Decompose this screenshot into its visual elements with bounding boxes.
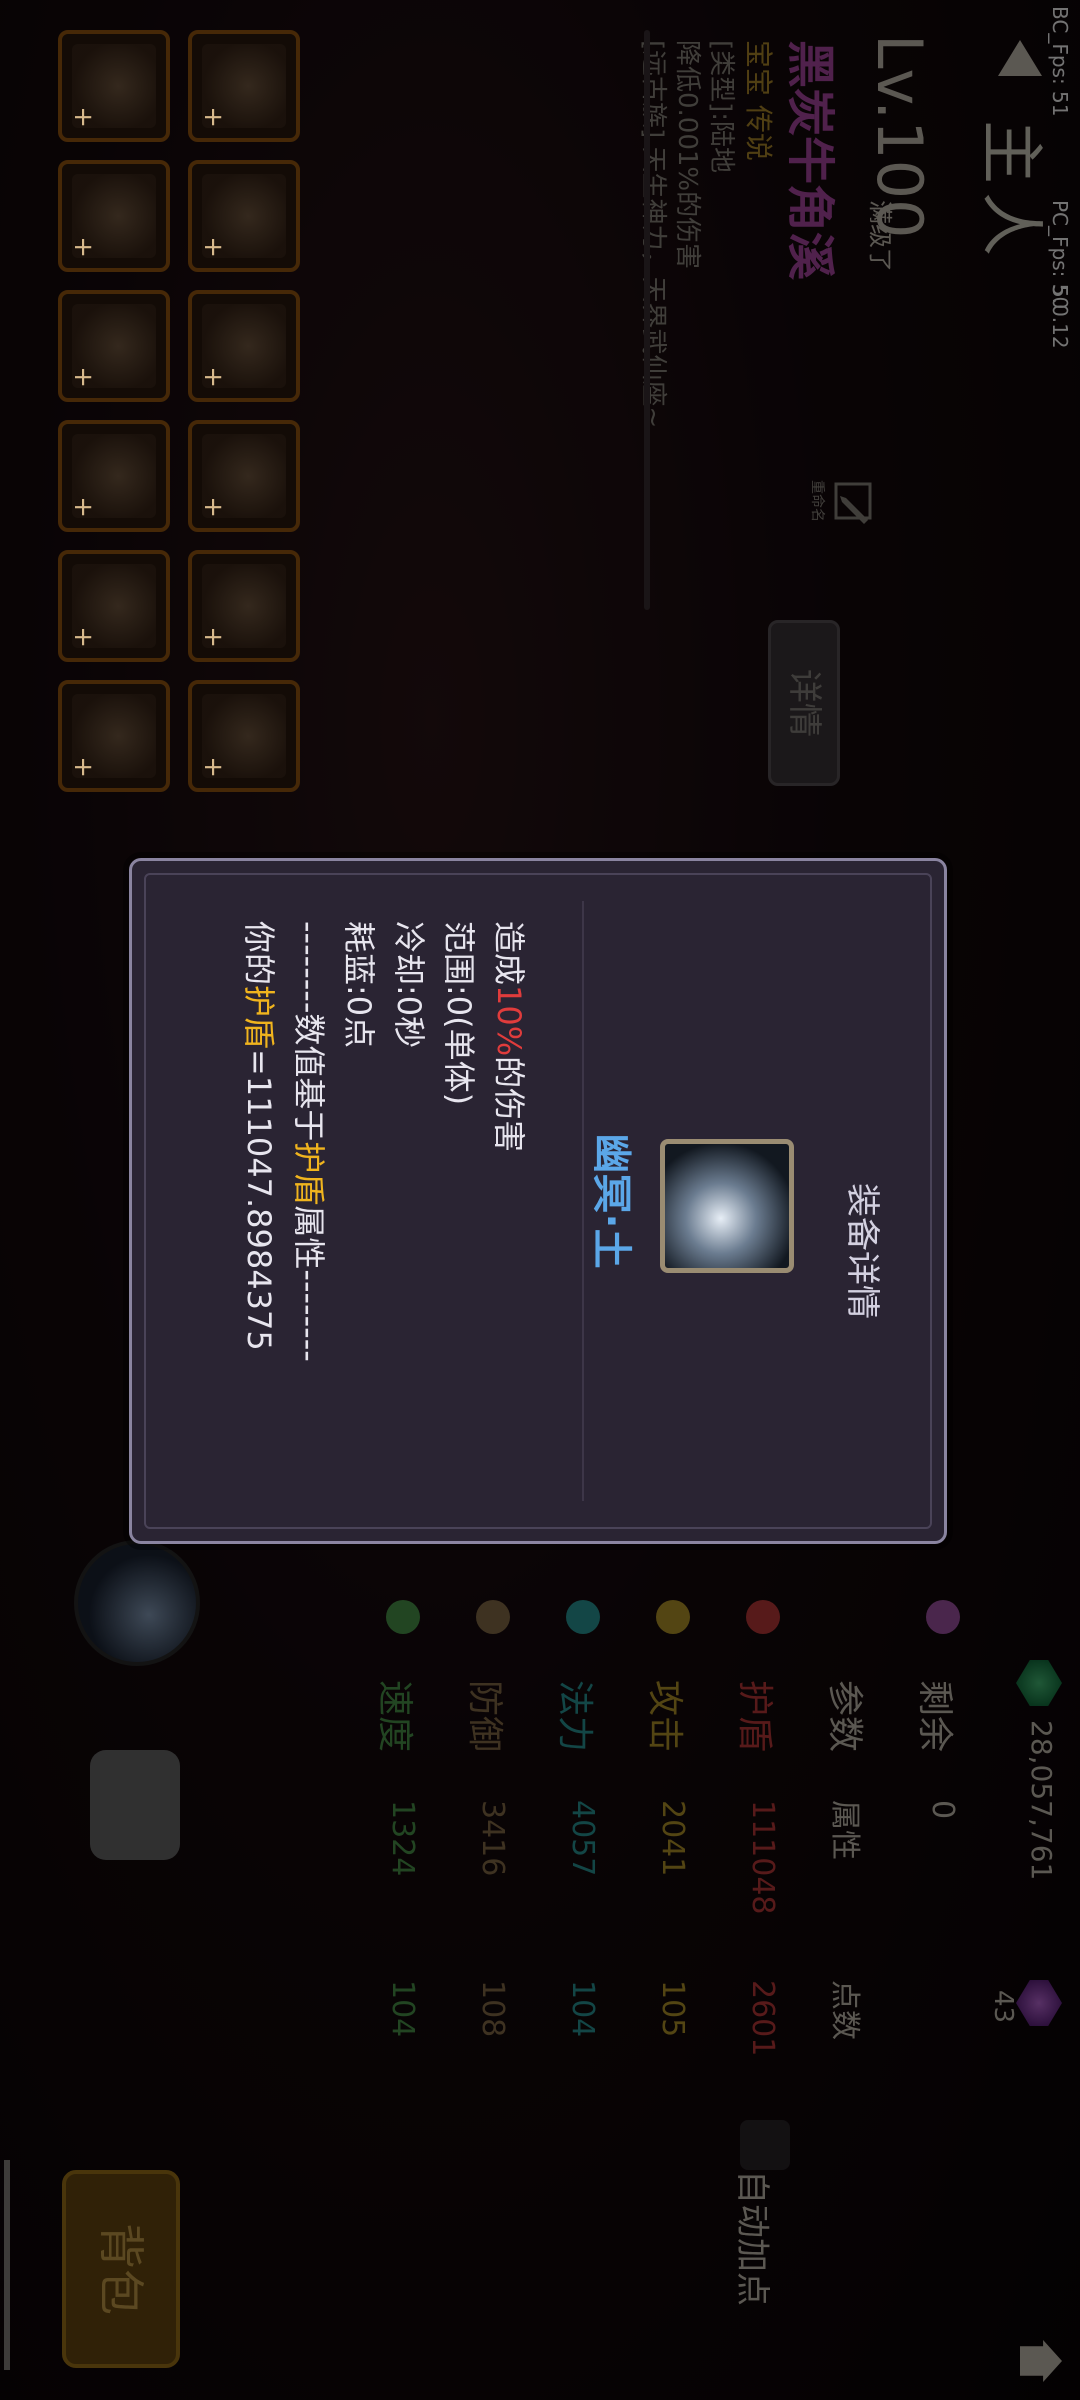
column-attr: 属性 [827,1800,862,1860]
equipment-slot[interactable]: + [58,680,170,792]
drop-icon [926,1600,960,1634]
gold-amount: 28,057,761 [1025,1720,1058,1881]
pet-name: 黑炭牛角溪 [782,40,838,281]
pet-type-line: [类型]:陆地 [706,40,736,174]
stat-remaining: 剩余 0 [906,1600,970,2120]
stat-row-defense: 防御 3416 108 [456,1600,520,2120]
version: 5.0.12 [1048,285,1072,349]
equipment-slot[interactable]: + [188,290,300,402]
pet-passive-line: 降低0.001%的伤害 [672,40,702,270]
pet-level-suffix: 满级了 [866,200,894,272]
desc-your-shield: 你的护盾=111047.8984375 [240,921,278,1351]
equipment-detail-modal: 装备详情 幽冥·土 造成10%的伤害 范围:0(单体) 冷却:0秒 耗蓝:0点 … [129,858,947,1544]
pet-rarity: 宝宝 传说 [742,40,775,161]
desc-mana-cost: 耗蓝:0点 [340,921,378,1049]
stat-row-mana: 法力 4057 104 [546,1600,610,2120]
scrollbar[interactable] [4,2160,10,2370]
crystal-amount: 43 [988,1990,1018,2024]
scroll-icon[interactable] [90,1750,180,1860]
desc-cooldown: 冷却:0秒 [390,921,428,1049]
star-icon [386,1600,420,1634]
pet-divider [644,30,650,610]
shield-icon [476,1600,510,1634]
debug-bar: BC_Fps: 51 PC_Fps: 50 5.0.12 [1040,0,1080,2400]
game-screen: BC_Fps: 51 PC_Fps: 50 5.0.12 主人 Lv.100 满… [0,0,1080,2400]
equipment-slot[interactable]: + [188,160,300,272]
stat-row-speed: 速度 1324 104 [366,1600,430,2120]
column-param: 参数 [824,1680,865,1753]
rename-label: 重命名 [809,480,825,522]
equipment-grid: + + + + + + + + + + + + [25,30,300,810]
desc-damage: 造成10%的伤害 [490,921,528,1153]
equipment-slot[interactable]: + [188,30,300,142]
stat-columns: 参数 属性 点数 [816,1600,880,2120]
auto-assign-label: 自动加点 [732,2170,772,2306]
skill-orb-icon[interactable] [74,1540,200,1666]
equipment-slot[interactable]: + [58,30,170,142]
pet-clan-line: [远古族] 天生神力，天界武仙座~ [638,40,668,429]
detail-button[interactable]: 详情 [768,620,840,786]
desc-based-on: --------数值基于护盾属性-------- [290,921,328,1362]
item-name: 幽冥·土 [588,1133,634,1269]
bag-button[interactable]: 背包 [62,2170,180,2368]
gear-icon [566,1600,600,1634]
stat-row-attack: 攻击 2041 105 [636,1600,700,2120]
equipment-slot[interactable]: + [58,550,170,662]
column-points: 点数 [827,1980,862,2040]
page-title: 主人 [973,120,1047,264]
stat-row-shield: 护盾 111048 2601 [726,1600,790,2120]
equipment-slot[interactable]: + [58,420,170,532]
heart-icon [746,1600,780,1634]
modal-divider [582,901,584,1501]
auto-assign-checkbox[interactable] [740,2120,790,2170]
equipment-slot[interactable]: + [58,160,170,272]
equipment-slot[interactable]: + [188,420,300,532]
modal-title: 装备详情 [842,1183,882,1319]
pet-description: [类型]:陆地 降低0.001%的伤害 [远古族] 天生神力，天界武仙座~ [636,40,738,428]
back-button[interactable] [998,40,1042,76]
desc-range: 范围:0(单体) [440,921,478,1106]
item-icon [660,1139,794,1273]
equipment-slot[interactable]: + [188,680,300,792]
equipment-slot[interactable]: + [58,290,170,402]
equipment-slot[interactable]: + [188,550,300,662]
sword-icon [656,1600,690,1634]
edit-icon[interactable] [828,480,876,528]
bc-fps: BC_Fps: 51 [1048,6,1072,117]
